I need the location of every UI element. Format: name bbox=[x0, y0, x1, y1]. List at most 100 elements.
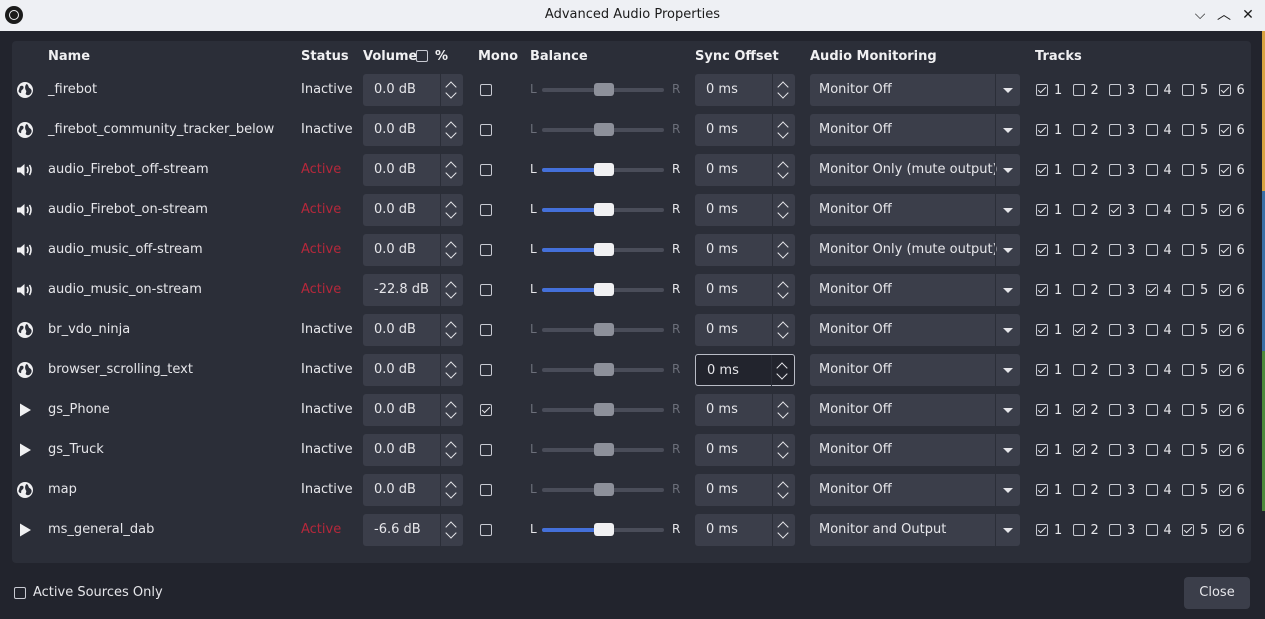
track-2-toggle[interactable]: 2 bbox=[1072, 243, 1109, 258]
track-checkbox[interactable] bbox=[1218, 364, 1231, 376]
volume-spinbox[interactable]: 0.0 dB bbox=[363, 154, 463, 186]
track-checkbox[interactable] bbox=[1109, 484, 1121, 496]
track-2-toggle[interactable]: 2 bbox=[1072, 163, 1109, 178]
balance-slider[interactable] bbox=[542, 83, 664, 96]
track-5-toggle[interactable]: 5 bbox=[1182, 403, 1218, 418]
track-checkbox[interactable] bbox=[1218, 324, 1231, 336]
track-4-toggle[interactable]: 4 bbox=[1145, 403, 1182, 418]
mono-checkbox[interactable] bbox=[480, 204, 492, 216]
track-1-toggle[interactable]: 1 bbox=[1036, 123, 1072, 138]
track-checkbox[interactable] bbox=[1218, 204, 1231, 216]
audio-monitoring-dropdown[interactable]: Monitor Only (mute output) bbox=[810, 234, 1020, 266]
balance-slider[interactable] bbox=[542, 243, 664, 256]
track-checkbox[interactable] bbox=[1218, 124, 1231, 136]
close-button[interactable]: Close bbox=[1184, 577, 1250, 609]
balance-handle[interactable] bbox=[594, 323, 614, 336]
track-checkbox[interactable] bbox=[1218, 164, 1231, 176]
audio-monitoring-dropdown[interactable]: Monitor Only (mute output) bbox=[810, 154, 1020, 186]
track-2-toggle[interactable]: 2 bbox=[1072, 483, 1109, 498]
track-1-toggle[interactable]: 1 bbox=[1036, 203, 1072, 218]
volume-spinbox[interactable]: -6.6 dB bbox=[363, 514, 463, 546]
track-2-toggle[interactable]: 2 bbox=[1072, 123, 1109, 138]
track-1-toggle[interactable]: 1 bbox=[1036, 523, 1072, 538]
track-4-toggle[interactable]: 4 bbox=[1145, 483, 1182, 498]
sync-offset-spinbox[interactable]: 0 ms bbox=[695, 434, 795, 466]
volume-spinbox[interactable]: 0.0 dB bbox=[363, 114, 463, 146]
volume-spinbox[interactable]: 0.0 dB bbox=[363, 474, 463, 506]
track-checkbox[interactable] bbox=[1145, 444, 1158, 456]
track-checkbox[interactable] bbox=[1072, 284, 1085, 296]
track-3-toggle[interactable]: 3 bbox=[1109, 203, 1145, 218]
track-2-toggle[interactable]: 2 bbox=[1072, 323, 1109, 338]
track-1-toggle[interactable]: 1 bbox=[1036, 83, 1072, 98]
audio-monitoring-dropdown[interactable]: Monitor Off bbox=[810, 74, 1020, 106]
track-checkbox[interactable] bbox=[1072, 124, 1085, 136]
track-3-toggle[interactable]: 3 bbox=[1109, 483, 1145, 498]
track-5-toggle[interactable]: 5 bbox=[1182, 483, 1218, 498]
track-checkbox[interactable] bbox=[1182, 164, 1194, 176]
audio-monitoring-dropdown[interactable]: Monitor Off bbox=[810, 114, 1020, 146]
volume-spinbox[interactable]: 0.0 dB bbox=[363, 354, 463, 386]
audio-monitoring-dropdown[interactable]: Monitor and Output bbox=[810, 514, 1020, 546]
mono-checkbox[interactable] bbox=[480, 524, 492, 536]
track-6-toggle[interactable]: 6 bbox=[1218, 523, 1255, 538]
track-checkbox[interactable] bbox=[1072, 164, 1085, 176]
track-checkbox[interactable] bbox=[1109, 524, 1121, 536]
track-checkbox[interactable] bbox=[1072, 244, 1085, 256]
audio-monitoring-dropdown[interactable]: Monitor Off bbox=[810, 194, 1020, 226]
track-checkbox[interactable] bbox=[1036, 284, 1048, 296]
track-checkbox[interactable] bbox=[1072, 204, 1085, 216]
track-4-toggle[interactable]: 4 bbox=[1145, 163, 1182, 178]
audio-monitoring-dropdown[interactable]: Monitor Off bbox=[810, 274, 1020, 306]
track-checkbox[interactable] bbox=[1109, 284, 1121, 296]
track-4-toggle[interactable]: 4 bbox=[1145, 443, 1182, 458]
track-checkbox[interactable] bbox=[1145, 204, 1158, 216]
mono-checkbox[interactable] bbox=[480, 124, 492, 136]
sync-offset-spinbox[interactable]: 0 ms bbox=[695, 154, 795, 186]
track-3-toggle[interactable]: 3 bbox=[1109, 163, 1145, 178]
track-1-toggle[interactable]: 1 bbox=[1036, 483, 1072, 498]
track-checkbox[interactable] bbox=[1109, 84, 1121, 96]
balance-slider[interactable] bbox=[542, 203, 664, 216]
track-checkbox[interactable] bbox=[1036, 124, 1048, 136]
track-checkbox[interactable] bbox=[1109, 124, 1121, 136]
track-checkbox[interactable] bbox=[1072, 324, 1085, 336]
track-2-toggle[interactable]: 2 bbox=[1072, 523, 1109, 538]
track-6-toggle[interactable]: 6 bbox=[1218, 83, 1255, 98]
sync-offset-spinbox[interactable]: 0 ms bbox=[695, 354, 795, 387]
volume-spinbox[interactable]: 0.0 dB bbox=[363, 194, 463, 226]
track-5-toggle[interactable]: 5 bbox=[1182, 523, 1218, 538]
mono-checkbox[interactable] bbox=[480, 164, 492, 176]
balance-handle[interactable] bbox=[594, 283, 614, 296]
track-1-toggle[interactable]: 1 bbox=[1036, 163, 1072, 178]
balance-slider[interactable] bbox=[542, 443, 664, 456]
balance-slider[interactable] bbox=[542, 403, 664, 416]
track-checkbox[interactable] bbox=[1036, 524, 1048, 536]
mono-checkbox[interactable] bbox=[480, 444, 492, 456]
volume-percent-checkbox[interactable] bbox=[416, 50, 428, 62]
audio-monitoring-dropdown[interactable]: Monitor Off bbox=[810, 314, 1020, 346]
track-1-toggle[interactable]: 1 bbox=[1036, 243, 1072, 258]
mono-checkbox[interactable] bbox=[480, 364, 492, 376]
track-6-toggle[interactable]: 6 bbox=[1218, 203, 1255, 218]
track-checkbox[interactable] bbox=[1182, 364, 1194, 376]
volume-spinbox[interactable]: -22.8 dB bbox=[363, 274, 463, 306]
track-4-toggle[interactable]: 4 bbox=[1145, 243, 1182, 258]
track-4-toggle[interactable]: 4 bbox=[1145, 203, 1182, 218]
track-checkbox[interactable] bbox=[1218, 524, 1231, 536]
balance-handle[interactable] bbox=[594, 443, 614, 456]
track-checkbox[interactable] bbox=[1036, 324, 1048, 336]
track-3-toggle[interactable]: 3 bbox=[1109, 283, 1145, 298]
track-checkbox[interactable] bbox=[1182, 444, 1194, 456]
track-4-toggle[interactable]: 4 bbox=[1145, 83, 1182, 98]
sync-offset-spinbox[interactable]: 0 ms bbox=[695, 514, 795, 546]
track-4-toggle[interactable]: 4 bbox=[1145, 523, 1182, 538]
track-checkbox[interactable] bbox=[1145, 84, 1158, 96]
track-4-toggle[interactable]: 4 bbox=[1145, 323, 1182, 338]
track-checkbox[interactable] bbox=[1218, 444, 1231, 456]
track-checkbox[interactable] bbox=[1036, 484, 1048, 496]
track-checkbox[interactable] bbox=[1218, 244, 1231, 256]
track-checkbox[interactable] bbox=[1072, 404, 1085, 416]
track-checkbox[interactable] bbox=[1036, 244, 1048, 256]
track-checkbox[interactable] bbox=[1145, 244, 1158, 256]
